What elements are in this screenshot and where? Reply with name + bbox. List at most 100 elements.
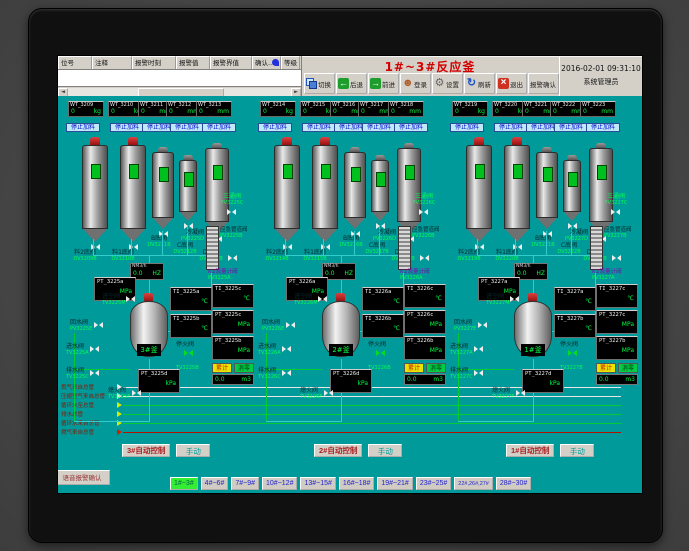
feed-stop-button[interactable]: 停止加料 [170,123,204,132]
clear-button[interactable]: 消零 [426,363,446,373]
fire-stop-valve[interactable]: 停火阀 TV3226B [368,341,408,371]
emergency-pipe-valve-label[interactable]: 应急管道阀 PV3226B [412,227,448,239]
fire-valve-icon[interactable] [568,350,577,357]
valve-label[interactable]: 进水阀 TV3227A [450,343,484,356]
valve-icon[interactable] [286,322,295,329]
valve-label[interactable]: 熄火阀 TV3226F [300,387,334,400]
auto-control-button[interactable]: 2#自动控制 [314,444,362,457]
nav-button[interactable]: 13#~15# [300,477,335,490]
emergency-valve-icon[interactable] [612,255,621,262]
feed-stop-button[interactable]: 停止加料 [494,123,528,132]
feed-stop-button[interactable]: 停止加料 [586,123,620,132]
feed-stop-button[interactable]: 停止加料 [450,123,484,132]
valve-label[interactable]: 排水阀 TV3226C [258,367,292,380]
emergency-valve-icon[interactable] [228,255,237,262]
valve-label[interactable]: 回水阀 PV3226E [262,319,296,332]
valve-icon[interactable] [282,346,291,353]
valve-code: DV3209B [66,256,104,262]
nav-button[interactable]: 4#~6# [201,477,229,490]
nav-button[interactable]: 7#~9# [231,477,259,490]
toolbar-button[interactable]: 退出 [496,73,527,94]
emergency-pipe-valve-label[interactable]: 应急管道阀 PV3227B [604,227,640,239]
valve-label[interactable]: 熄火阀 TV3225F [108,387,142,400]
valve-label[interactable]: 进水阀 TV3225A [66,343,100,356]
three-way-valve-label[interactable]: 三通阀 PV3225C [212,193,252,206]
feed-stop-button[interactable]: 停止加料 [110,123,144,132]
auto-control-row: 3#自动控制 手动 [122,444,210,457]
nav-button[interactable]: 28#~30# [496,477,531,490]
toolbar-button[interactable]: 后退 [336,73,367,94]
valve-icon[interactable] [132,390,141,397]
valve-label[interactable]: 进水阀 TV3226A [258,343,292,356]
n2-flowmeter-valve-label[interactable]: N2流量计阀 PV3225A [208,269,256,281]
valve-label[interactable]: 熄火阀 TV3227F [492,387,526,400]
manual-mode-button[interactable]: 手动 [368,444,402,457]
voice-alarm-confirm-button[interactable]: 语音报警确认 [57,470,110,485]
fire-stop-valve[interactable]: 停火阀 TV3225B [176,341,216,371]
clear-button[interactable]: 消零 [618,363,638,373]
valve-icon[interactable] [282,370,291,377]
nav-button[interactable]: 1#~3# [170,477,198,490]
condenser-valve-label[interactable]: 冷凝阀 PV3227D [550,229,588,242]
valve-label[interactable]: 排水阀 TV3227C [450,367,484,380]
valve-label[interactable]: 排水阀 TV3225C [66,367,100,380]
manual-mode-button[interactable]: 手动 [176,444,210,457]
valve-icon[interactable] [324,390,333,397]
three-way-valve-icon[interactable] [227,209,236,216]
totalize-button[interactable]: 累计 [212,363,232,373]
auto-control-button[interactable]: 1#自动控制 [506,444,554,457]
manual-mode-button[interactable]: 手动 [560,444,594,457]
three-way-valve-label[interactable]: 三通阀 PV3227C [596,193,636,206]
feed-stop-button[interactable]: 停止加料 [554,123,588,132]
valve-icon[interactable] [478,322,487,329]
totalize-button[interactable]: 累计 [404,363,424,373]
condenser-valve-label[interactable]: 冷凝阀 PV3225D [166,229,204,242]
valve-icon[interactable] [516,390,525,397]
nav-button[interactable]: 23#~25# [416,477,451,490]
feed-stop-button[interactable]: 停止加料 [258,123,292,132]
toolbar-button[interactable]: 报警确认 [528,73,559,94]
n2-flowmeter-valve-label[interactable]: N2流量计阀 PV3227A [592,269,640,281]
valve-icon[interactable] [474,370,483,377]
valve-label[interactable]: 回水阀 PV3225E [70,319,104,332]
feed-stop-button[interactable]: 停止加料 [66,123,100,132]
toolbar-button[interactable]: 登录 [400,73,431,94]
tank-level-display [184,172,194,187]
emergency-valve-icon[interactable] [420,255,429,262]
toolbar-button[interactable]: 前进 [368,73,399,94]
feed-stop-button[interactable]: 停止加料 [362,123,396,132]
nav-button[interactable]: 10#~12# [262,477,297,490]
valve-icon[interactable] [474,346,483,353]
valve-icon[interactable] [126,296,135,303]
nav-button[interactable]: 16#~18# [339,477,374,490]
fire-valve-icon[interactable] [376,350,385,357]
auto-control-button[interactable]: 3#自动控制 [122,444,170,457]
n2-flowmeter-valve-label[interactable]: N2流量计阀 PV3226A [400,269,448,281]
valve-icon[interactable] [90,346,99,353]
emergency-pipe-valve-label[interactable]: 应急管道阀 PV3225B [220,227,256,239]
feed-stop-button[interactable]: 停止加料 [202,123,236,132]
valve-icon[interactable] [510,296,519,303]
condenser-valve-label[interactable]: 冷凝阀 PV3226D [358,229,396,242]
valve-label[interactable]: 进空阀 TV3226M [294,293,328,306]
valve-label[interactable]: 回水阀 PV3227E [454,319,488,332]
fire-stop-valve[interactable]: 停火阀 TV3227B [560,341,600,371]
valve-label[interactable]: 进空阀 TV3225M [102,293,136,306]
valve-icon[interactable] [90,370,99,377]
feed-stop-button[interactable]: 停止加料 [302,123,336,132]
nav-button[interactable]: 19#~21# [377,477,412,490]
nav-button[interactable]: 22#,26#,27# [454,477,493,490]
three-way-valve-icon[interactable] [419,209,428,216]
valve-icon[interactable] [94,322,103,329]
valve-icon[interactable] [318,296,327,303]
three-way-valve-icon[interactable] [611,209,620,216]
fire-valve-icon[interactable] [184,350,193,357]
three-way-valve-label[interactable]: 三通阀 PV3226C [404,193,444,206]
toolbar-button[interactable]: 设置 [432,73,463,94]
totalize-button[interactable]: 累计 [596,363,616,373]
toolbar-button[interactable]: 刷新 [464,73,495,94]
valve-label[interactable]: 进空阀 TV3227M [486,293,520,306]
feed-stop-button[interactable]: 停止加料 [394,123,428,132]
clear-button[interactable]: 消零 [234,363,254,373]
toolbar-button[interactable]: 切换 [304,73,335,94]
